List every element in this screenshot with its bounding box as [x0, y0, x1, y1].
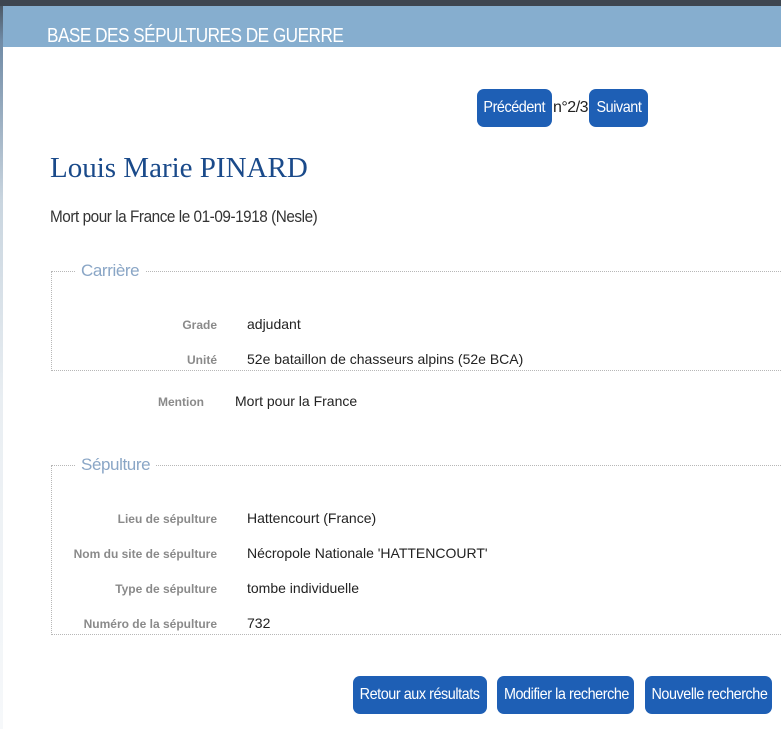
unite-label: Unité	[187, 353, 217, 367]
type-value: tombe individuelle	[247, 580, 360, 596]
carriere-legend: Carrière	[81, 261, 140, 280]
grade-label: Grade	[182, 318, 217, 332]
site-header: BASE DES SÉPULTURES DE GUERRE	[3, 6, 781, 47]
back-to-results-button[interactable]: Retour aux résultats	[353, 676, 487, 714]
type-label: Type de sépulture	[115, 582, 217, 596]
pager-count: n°2/3	[553, 99, 589, 116]
sepulture-section: Sépulture Lieu de sépulture Hattencourt …	[51, 455, 781, 635]
unite-value: 52e bataillon de chasseurs alpins (52e B…	[247, 351, 524, 367]
sepulture-legend: Sépulture	[81, 455, 151, 474]
death-info: Mort pour la France le 01-09-1918 (Nesle…	[50, 207, 318, 226]
previous-button[interactable]: Précédent	[477, 89, 552, 127]
mention-value: Mort pour la France	[235, 393, 358, 409]
record-panel: BASE DES SÉPULTURES DE GUERRE Précédent …	[3, 6, 781, 729]
back-to-results-label: Retour aux résultats	[360, 686, 480, 703]
previous-button-label: Précédent	[483, 99, 546, 116]
site-title: BASE DES SÉPULTURES DE GUERRE	[47, 25, 344, 47]
numero-label: Numéro de la sépulture	[83, 617, 217, 631]
carriere-section: Carrière Grade adjudant Unité 52e batail…	[51, 261, 781, 371]
numero-value: 732	[247, 615, 271, 631]
modify-search-button[interactable]: Modifier la recherche	[497, 676, 634, 714]
site-label: Nom du site de sépulture	[73, 547, 217, 561]
modify-search-label: Modifier la recherche	[503, 686, 629, 703]
site-value: Nécropole Nationale 'HATTENCOURT'	[247, 545, 488, 561]
lieu-label: Lieu de sépulture	[117, 512, 217, 526]
person-name: Louis Marie PINARD	[50, 152, 308, 184]
grade-value: adjudant	[247, 316, 301, 332]
new-search-label: Nouvelle recherche	[651, 686, 768, 703]
next-button-label: Suivant	[596, 99, 641, 116]
new-search-button[interactable]: Nouvelle recherche	[645, 676, 772, 714]
next-button[interactable]: Suivant	[589, 89, 648, 127]
mention-label: Mention	[158, 395, 204, 409]
lieu-value: Hattencourt (France)	[247, 510, 377, 526]
